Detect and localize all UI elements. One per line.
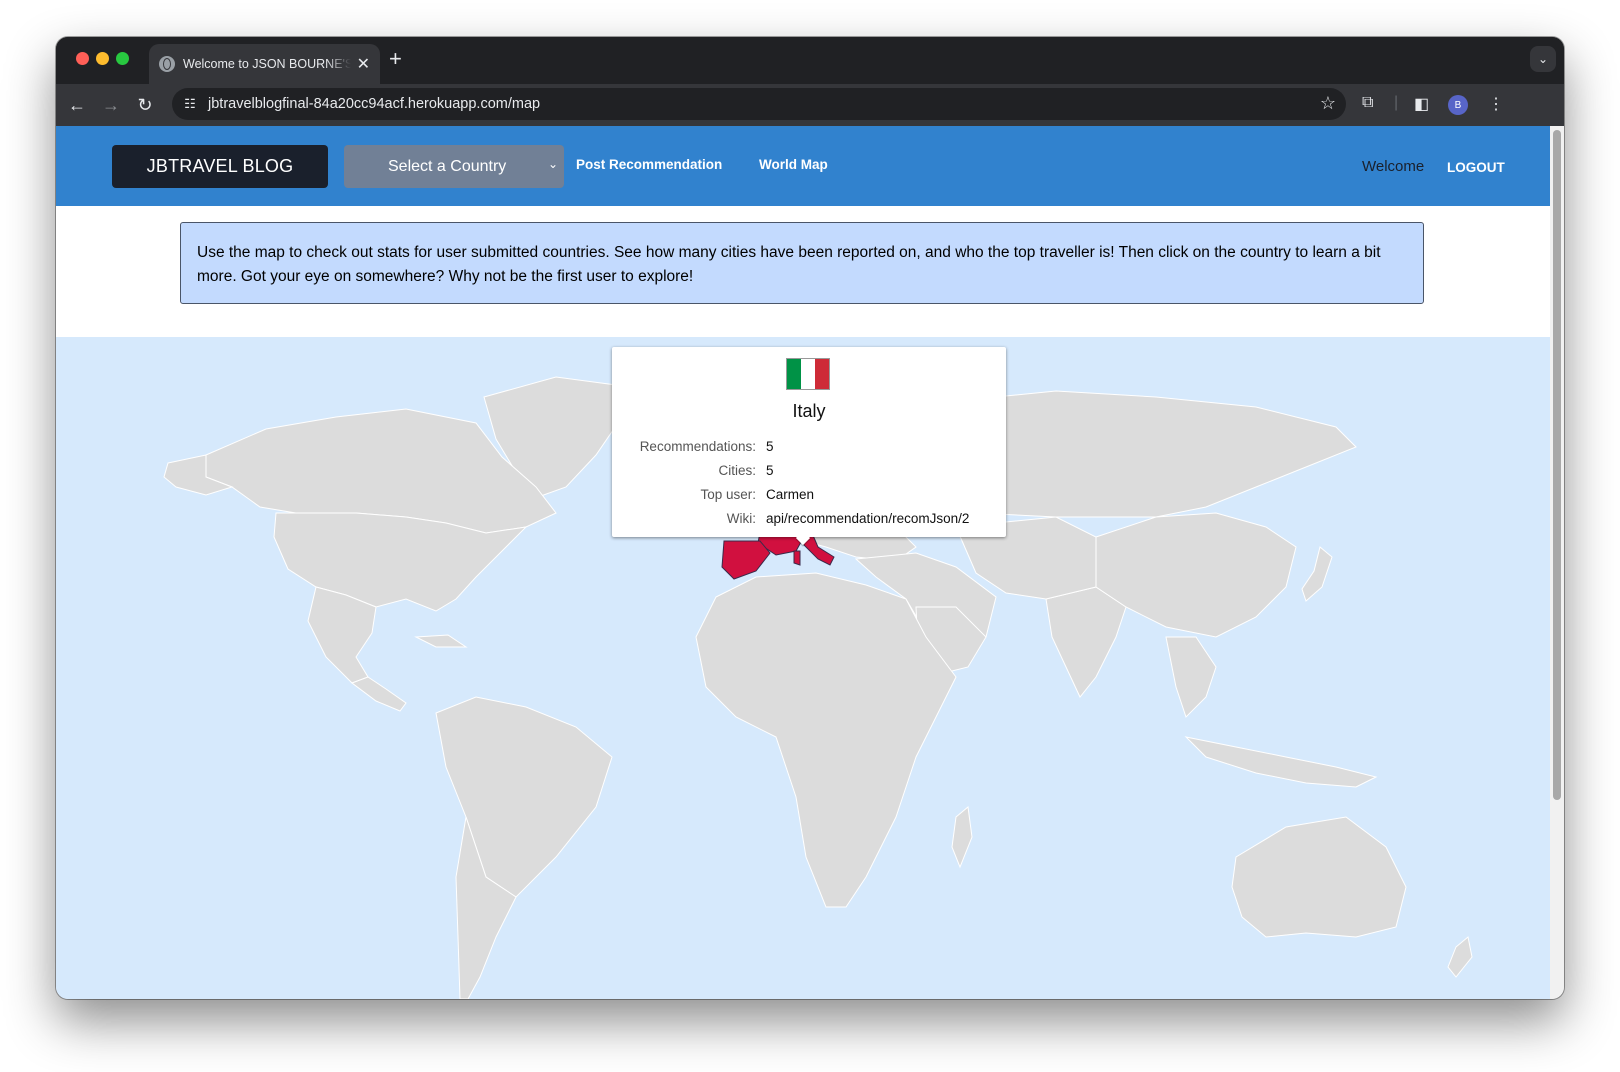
toolbar-divider: | bbox=[1394, 94, 1399, 111]
minimize-window-button[interactable] bbox=[96, 52, 109, 65]
page-viewport: JBTRAVEL BLOG Select a Country ⌄ Post Re… bbox=[56, 126, 1564, 999]
page-scrollbar[interactable] bbox=[1550, 126, 1564, 999]
country-sardinia[interactable] bbox=[793, 550, 801, 566]
profile-avatar[interactable]: B bbox=[1448, 95, 1468, 115]
side-panel-icon[interactable]: ◧ bbox=[1414, 94, 1429, 114]
browser-tab[interactable]: Welcome to JSON BOURNE'S ✕ bbox=[149, 44, 380, 84]
tooltip-value: Carmen bbox=[766, 487, 815, 502]
country-new-zealand[interactable] bbox=[1447, 936, 1473, 978]
country-tooltip: Italy Recommendations: 5 Cities: 5 Top u… bbox=[612, 347, 1006, 546]
flag-stripe-white bbox=[801, 359, 815, 389]
forward-arrow-icon[interactable]: → bbox=[98, 92, 124, 118]
country-central-america[interactable] bbox=[350, 676, 407, 712]
country-china[interactable] bbox=[1095, 512, 1297, 638]
tooltip-value: api/recommendation/recomJson/2 bbox=[766, 511, 970, 526]
tab-search-chevron-icon[interactable]: ⌄ bbox=[1530, 46, 1556, 72]
scrollbar-thumb[interactable] bbox=[1553, 130, 1561, 800]
new-tab-button[interactable]: + bbox=[389, 48, 402, 70]
maximize-window-button[interactable] bbox=[116, 52, 129, 65]
tooltip-row-recommendations: Recommendations: 5 bbox=[612, 439, 1006, 459]
browser-toolbar: ← → ↻ ☷ jbtravelblogfinal-84a20cc94acf.h… bbox=[56, 84, 1564, 126]
reload-icon[interactable]: ↻ bbox=[132, 92, 158, 118]
country-japan[interactable] bbox=[1301, 546, 1333, 602]
country-africa[interactable] bbox=[695, 572, 957, 908]
info-banner: Use the map to check out stats for user … bbox=[180, 222, 1424, 304]
browser-window: Welcome to JSON BOURNE'S ✕ + ⌄ ← → ↻ ☷ j… bbox=[56, 37, 1564, 999]
welcome-text: Welcome bbox=[1362, 158, 1425, 175]
tooltip-row-wiki: Wiki: api/recommendation/recomJson/2 bbox=[612, 511, 1006, 531]
logout-link[interactable]: LOGOUT bbox=[1447, 160, 1505, 175]
site-navbar: JBTRAVEL BLOG Select a Country ⌄ Post Re… bbox=[56, 126, 1550, 206]
tab-close-icon[interactable]: ✕ bbox=[357, 54, 370, 74]
country-select-value: Select a Country bbox=[388, 157, 507, 175]
country-southeast-asia[interactable] bbox=[1165, 636, 1217, 718]
browser-menu-icon[interactable]: ⋮ bbox=[1488, 94, 1504, 114]
italy-flag-icon bbox=[787, 359, 829, 389]
tooltip-label: Top user: bbox=[700, 487, 756, 502]
globe-icon bbox=[159, 56, 175, 72]
tooltip-value: 5 bbox=[766, 463, 774, 478]
country-madagascar[interactable] bbox=[951, 806, 973, 869]
brand-logo-button[interactable]: JBTRAVEL BLOG bbox=[112, 145, 328, 188]
tooltip-label: Recommendations: bbox=[639, 439, 756, 454]
flag-stripe-red bbox=[815, 359, 829, 389]
tooltip-row-cities: Cities: 5 bbox=[612, 463, 1006, 483]
country-india[interactable] bbox=[1045, 586, 1127, 698]
tooltip-value: 5 bbox=[766, 439, 774, 454]
tab-title: Welcome to JSON BOURNE'S bbox=[183, 57, 351, 71]
address-url[interactable]: jbtravelblogfinal-84a20cc94acf.herokuapp… bbox=[208, 96, 540, 112]
site-info-icon[interactable]: ☷ bbox=[178, 92, 202, 116]
close-window-button[interactable] bbox=[76, 52, 89, 65]
info-banner-text: Use the map to check out stats for user … bbox=[197, 244, 1381, 285]
nav-link-world-map[interactable]: World Map bbox=[759, 157, 828, 172]
country-cuba[interactable] bbox=[414, 634, 468, 648]
tab-strip: Welcome to JSON BOURNE'S ✕ + ⌄ bbox=[56, 37, 1564, 84]
extensions-puzzle-icon[interactable]: ⧉ bbox=[1362, 94, 1373, 112]
flag-stripe-green bbox=[787, 359, 801, 389]
world-map[interactable]: Italy Recommendations: 5 Cities: 5 Top u… bbox=[56, 337, 1550, 999]
back-arrow-icon[interactable]: ← bbox=[64, 92, 90, 118]
country-indonesia[interactable] bbox=[1184, 736, 1378, 788]
country-select[interactable]: Select a Country ⌄ bbox=[344, 145, 564, 188]
tooltip-label: Wiki: bbox=[726, 511, 756, 526]
country-spain[interactable] bbox=[721, 540, 771, 580]
nav-link-post-recommendation[interactable]: Post Recommendation bbox=[576, 157, 722, 172]
address-bar[interactable]: ☷ jbtravelblogfinal-84a20cc94acf.herokua… bbox=[172, 88, 1346, 120]
bookmark-star-icon[interactable]: ☆ bbox=[1320, 93, 1336, 114]
country-australia[interactable] bbox=[1231, 816, 1407, 938]
chevron-down-icon: ⌄ bbox=[547, 157, 558, 171]
tooltip-country-name: Italy bbox=[792, 401, 826, 421]
tooltip-row-top-user: Top user: Carmen bbox=[612, 487, 1006, 507]
tooltip-label: Cities: bbox=[718, 463, 756, 478]
